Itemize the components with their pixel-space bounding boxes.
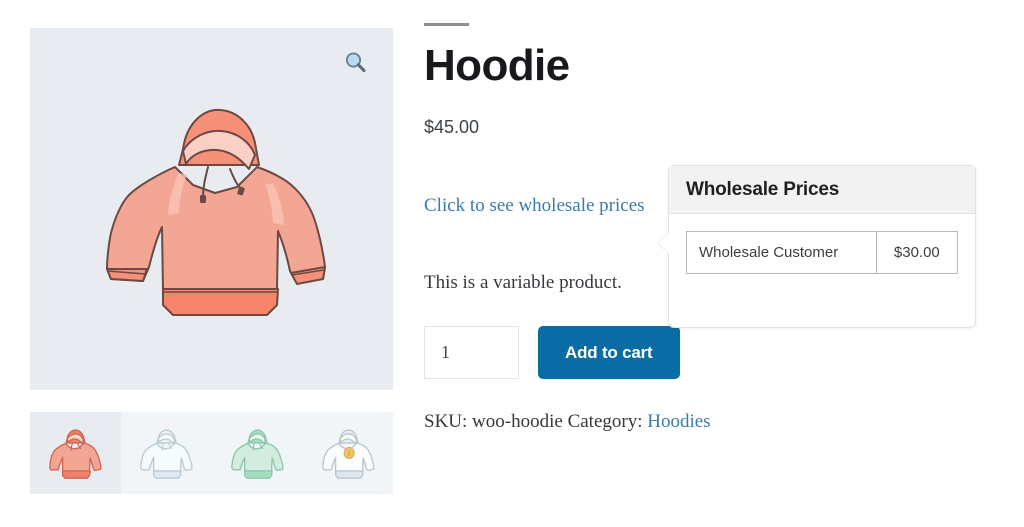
thumbnail-hoodie-green[interactable] xyxy=(211,412,303,494)
product-gallery xyxy=(30,28,393,494)
sku-label: SKU: xyxy=(424,411,468,433)
wholesale-role-cell: Wholesale Customer xyxy=(686,231,877,274)
category-link[interactable]: Hoodies xyxy=(647,411,710,432)
add-to-cart-button[interactable]: Add to cart xyxy=(538,326,680,380)
quantity-input[interactable] xyxy=(424,326,519,380)
thumbnail-hoodie-with-logo[interactable] xyxy=(302,412,393,494)
tooltip-header: Wholesale Prices xyxy=(669,166,975,214)
sku-value: woo-hoodie xyxy=(472,411,563,433)
product-price: $45.00 xyxy=(424,117,480,138)
tooltip-title: Wholesale Prices xyxy=(686,178,840,200)
hoodie-illustration xyxy=(87,91,337,341)
thumbnail-hoodie-salmon[interactable] xyxy=(30,412,121,494)
tooltip-body: Wholesale Customer $30.00 xyxy=(669,214,975,274)
wholesale-prices-link[interactable]: Click to see wholesale prices xyxy=(424,195,645,217)
thumbnail-hoodie-blue[interactable] xyxy=(120,412,212,494)
product-page: Hoodie $45.00 Click to see wholesale pri… xyxy=(0,0,1024,527)
title-divider xyxy=(424,23,469,26)
wholesale-prices-table: Wholesale Customer $30.00 xyxy=(686,231,959,274)
thumbnail-strip xyxy=(30,412,393,494)
magnifier-icon[interactable] xyxy=(343,50,369,76)
page-title: Hoodie xyxy=(424,41,570,90)
product-meta: SKU: woo-hoodie Category: Hoodies xyxy=(424,411,984,433)
add-to-cart-form: Add to cart xyxy=(424,326,984,380)
table-row: Wholesale Customer $30.00 xyxy=(686,231,959,274)
tooltip-arrow-inner-icon xyxy=(658,232,670,254)
wholesale-prices-tooltip: Wholesale Prices Wholesale Customer $30.… xyxy=(657,165,976,328)
category-label: Category: xyxy=(567,411,643,433)
main-product-image[interactable] xyxy=(30,28,393,390)
wholesale-price-cell: $30.00 xyxy=(875,231,959,274)
